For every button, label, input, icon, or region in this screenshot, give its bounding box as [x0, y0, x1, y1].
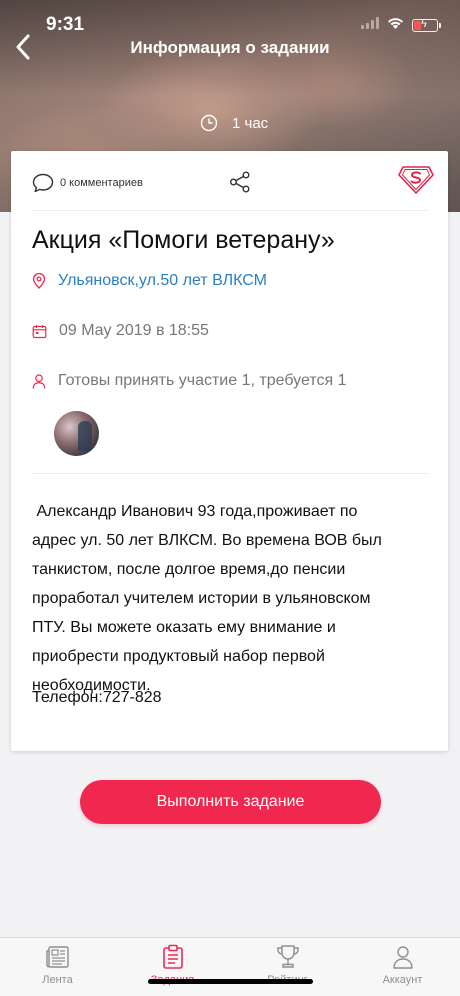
tab-account[interactable]: Аккаунт	[345, 938, 460, 996]
task-description: Александр Иванович 93 года,проживает по …	[32, 503, 382, 694]
location-link[interactable]: Ульяновск,ул.50 лет ВЛКСМ	[58, 272, 267, 290]
task-title: Акция «Помоги ветерану»	[32, 226, 335, 254]
trophy-icon	[276, 945, 299, 968]
share-button[interactable]	[229, 171, 251, 198]
participants-text: Готовы принять участие 1, требуется 1	[58, 372, 347, 389]
task-phone: Телефон:727-828	[32, 689, 162, 706]
participants-row: Готовы принять участие 1, требуется 1	[32, 372, 346, 390]
participant-avatar[interactable]	[54, 411, 99, 456]
comments-count-label: 0 комментариев	[60, 177, 143, 189]
calendar-icon	[32, 324, 47, 338]
complete-task-button[interactable]: Выполнить задание	[80, 780, 381, 824]
superhero-logo-icon	[398, 165, 434, 200]
divider	[32, 473, 428, 474]
task-card: 0 комментариев Акция «Помоги ветерану» У…	[11, 151, 448, 751]
home-indicator	[148, 979, 313, 984]
user-icon	[392, 946, 413, 969]
tab-rating[interactable]: Рейтинг	[230, 938, 345, 996]
location-row[interactable]: Ульяновск,ул.50 лет ВЛКСМ	[32, 272, 267, 290]
tab-tasks[interactable]: Задания	[115, 938, 230, 996]
complete-task-label: Выполнить задание	[156, 793, 305, 810]
date-row: 09 May 2019 в 18:55	[32, 322, 209, 340]
duration-label: 1 час	[232, 114, 269, 132]
page-title: Информация о задании	[130, 38, 330, 57]
clock-icon	[200, 114, 218, 132]
tab-bar: Лента Задания Рейтинг Аккаунт	[0, 937, 460, 996]
task-duration: 1 час	[200, 114, 268, 132]
nav-header: Информация о задании	[0, 30, 460, 64]
newspaper-icon	[45, 946, 69, 968]
clipboard-icon	[162, 944, 183, 969]
comment-icon	[32, 173, 54, 193]
comments-button[interactable]: 0 комментариев	[32, 173, 143, 193]
share-icon	[230, 171, 250, 193]
tab-feed[interactable]: Лента	[0, 938, 115, 996]
location-pin-icon	[32, 273, 46, 289]
task-date: 09 May 2019 в 18:55	[59, 322, 209, 339]
tab-feed-label: Лента	[42, 974, 73, 986]
person-icon	[32, 373, 46, 389]
card-toolbar: 0 комментариев	[32, 166, 434, 211]
tab-account-label: Аккаунт	[382, 974, 423, 986]
